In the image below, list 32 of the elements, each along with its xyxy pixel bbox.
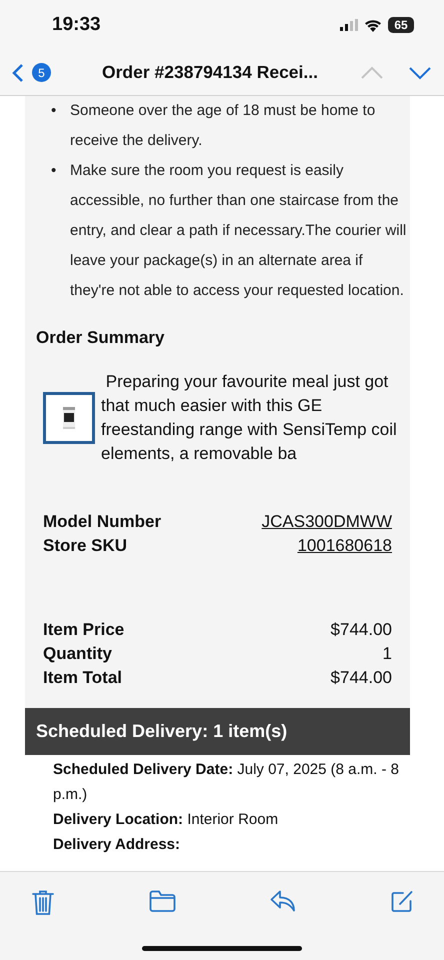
field-value-link[interactable]: 1001680618 (297, 534, 392, 558)
trash-icon[interactable] (32, 890, 54, 916)
bullet-marker: • (51, 161, 58, 181)
product-description: Preparing your favourite meal just got that much easier with this GE freestanding range with SensiTemp coil elements, a removable ba (101, 371, 398, 465)
folder-icon[interactable] (148, 890, 176, 912)
delivery-detail: Delivery Location: Interior Room (53, 810, 280, 830)
delivery-note: Make sure the room you request is easily accessible, no further than one staircase from the entry, and clear a path if necessary.The courier will leave your package(s) in an alternate area if they're not able to access your requested location. (70, 161, 408, 301)
field-value-link[interactable]: JCAS300DMWW (262, 510, 392, 534)
price-value: $744.00 (330, 667, 392, 689)
price-value: $744.00 (330, 619, 392, 641)
delivery-heading-bar: Scheduled Delivery: 1 item(s) (25, 708, 410, 755)
clock-time: 19:33 (52, 14, 101, 36)
message-subject: Order #238794134 Recei... (102, 62, 319, 83)
wifi-icon (364, 18, 382, 32)
bullet-marker: • (51, 101, 58, 121)
delivery-note: Someone over the age of 18 must be home to receive the delivery. (70, 101, 376, 151)
unread-count-badge: 5 (32, 63, 51, 82)
field-label: Model Number (43, 511, 162, 533)
reply-icon[interactable] (270, 890, 296, 912)
signal-icon (340, 19, 358, 31)
field-label: Store SKU (43, 535, 128, 557)
price-value: 1 (382, 643, 392, 665)
delivery-detail: Scheduled Delivery Date: July 07, 2025 (8 a.m. - 8 p.m.) (53, 760, 400, 805)
back-icon[interactable] (12, 62, 24, 82)
price-label: Quantity (43, 643, 112, 665)
battery-level: 65 (388, 17, 414, 33)
price-label: Item Price (43, 619, 124, 641)
compose-icon[interactable] (390, 890, 414, 913)
next-message-icon[interactable] (408, 66, 432, 80)
price-label: Item Total (43, 667, 122, 689)
section-heading: Order Summary (36, 328, 166, 348)
delivery-detail: Delivery Address: (53, 835, 182, 855)
